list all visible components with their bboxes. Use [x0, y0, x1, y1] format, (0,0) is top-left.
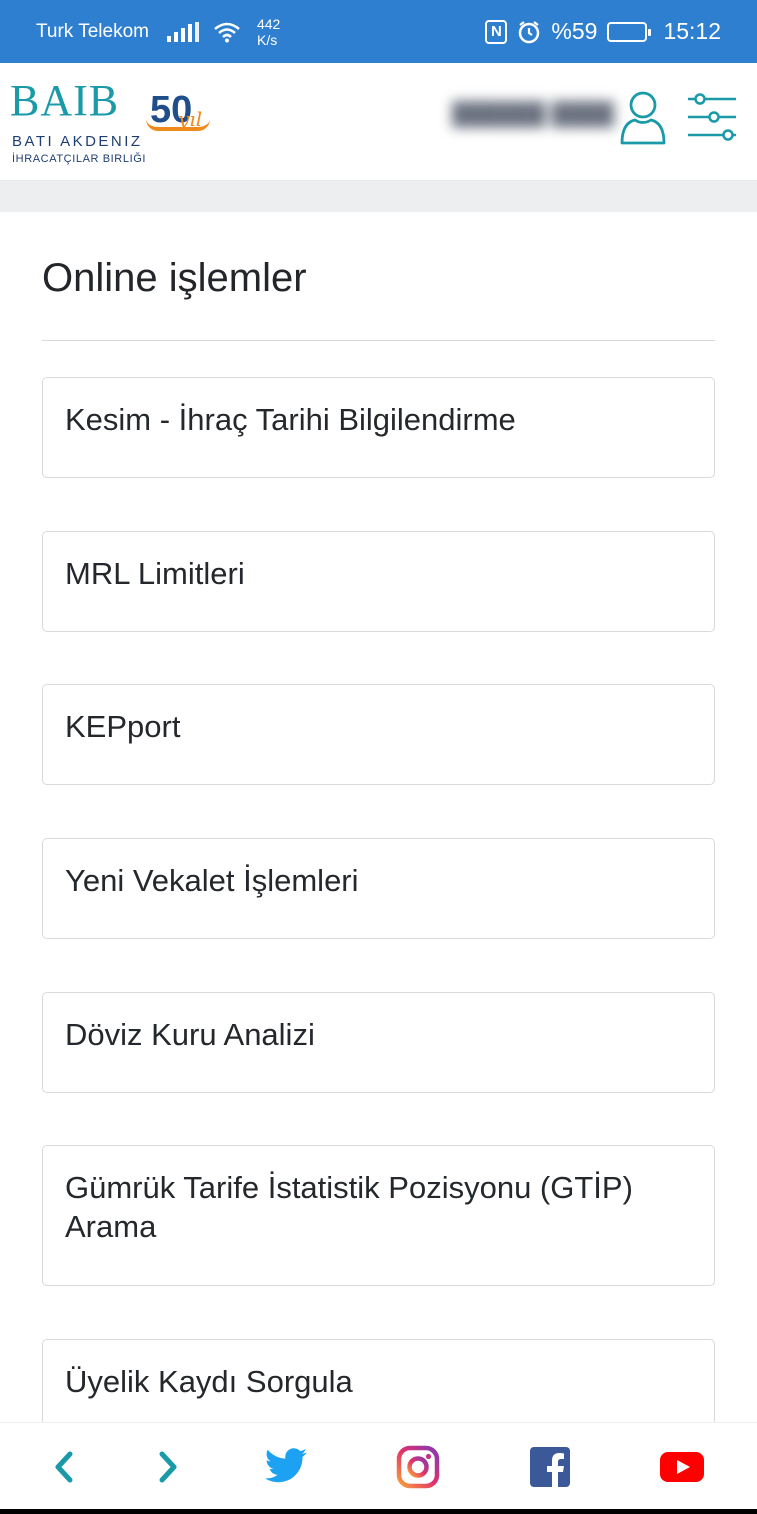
battery-icon [607, 21, 652, 42]
settings-sliders-icon[interactable] [686, 91, 738, 143]
menu-card-label: Gümrük Tarife İstatistik Pozisyonu (GTİP… [65, 1170, 633, 1244]
back-button[interactable] [40, 1443, 88, 1491]
app-header: BAIB 50 yıl BATI AKDENIZ İHRACATÇILAR BI… [0, 63, 757, 181]
network-speed: 442 K/s [257, 16, 280, 48]
header-separator-band [0, 181, 757, 212]
status-bar-right: N %59 15:12 [485, 18, 721, 45]
baib-logo[interactable]: BAIB 50 yıl BATI AKDENIZ İHRACATÇILAR BI… [10, 73, 210, 173]
logo-swoosh [146, 119, 210, 131]
status-bar: Turk Telekom 442 K/s N %59 15:12 [0, 0, 757, 63]
username-blurred: ██████ ████ [452, 101, 614, 126]
carrier-name: Turk Telekom [36, 20, 149, 42]
youtube-icon [660, 1452, 704, 1482]
youtube-link[interactable] [658, 1443, 706, 1491]
menu-card-mrl-limitleri[interactable]: MRL Limitleri [42, 531, 715, 632]
menu-card-label: Döviz Kuru Analizi [65, 1017, 315, 1052]
instagram-link[interactable] [394, 1443, 442, 1491]
menu-card-kesim-ihrac[interactable]: Kesim - İhraç Tarihi Bilgilendirme [42, 377, 715, 478]
twitter-link[interactable] [262, 1443, 310, 1491]
menu-card-kepport[interactable]: KEPport [42, 684, 715, 785]
logo-wordmark: BAIB [10, 76, 120, 125]
wifi-icon [214, 22, 240, 42]
forward-button[interactable] [144, 1443, 192, 1491]
system-nav-bar [0, 1509, 757, 1514]
menu-card-gtip-arama[interactable]: Gümrük Tarife İstatistik Pozisyonu (GTİP… [42, 1145, 715, 1286]
chevron-right-icon [159, 1451, 177, 1483]
status-bar-left: Turk Telekom 442 K/s [36, 16, 280, 48]
network-speed-unit: K/s [256, 31, 278, 48]
menu-card-label: KEPport [65, 709, 181, 744]
title-divider [42, 340, 715, 341]
menu-card-label: Yeni Vekalet İşlemleri [65, 863, 359, 898]
logo-line-1: BATI AKDENIZ [12, 133, 143, 150]
page-title: Online işlemler [42, 256, 307, 300]
menu-card-label: Kesim - İhraç Tarihi Bilgilendirme [65, 402, 516, 437]
chevron-left-icon [55, 1451, 73, 1483]
instagram-icon [396, 1445, 440, 1489]
signal-icon [166, 21, 199, 42]
menu-card-label: MRL Limitleri [65, 556, 245, 591]
battery-percent: %59 [551, 18, 598, 44]
facebook-link[interactable] [526, 1443, 574, 1491]
facebook-icon [530, 1447, 570, 1489]
menu-card-doviz-kuru[interactable]: Döviz Kuru Analizi [42, 992, 715, 1093]
menu-card-yeni-vekalet[interactable]: Yeni Vekalet İşlemleri [42, 838, 715, 939]
twitter-icon [265, 1448, 307, 1483]
main-content: Online işlemler Kesim - İhraç Tarihi Bil… [0, 212, 757, 1422]
logo-line-2: İHRACATÇILAR BIRLIĞI [12, 153, 147, 165]
clock: 15:12 [663, 18, 721, 44]
menu-card-label: Üyelik Kaydı Sorgula [65, 1364, 353, 1399]
nfc-icon: N [485, 19, 508, 44]
menu-card-uyelik-kaydi[interactable]: Üyelik Kaydı Sorgula [42, 1339, 715, 1422]
bottom-nav [0, 1422, 757, 1509]
user-icon[interactable] [619, 89, 667, 145]
network-speed-value: 442 [256, 15, 281, 32]
alarm-icon [519, 20, 540, 43]
